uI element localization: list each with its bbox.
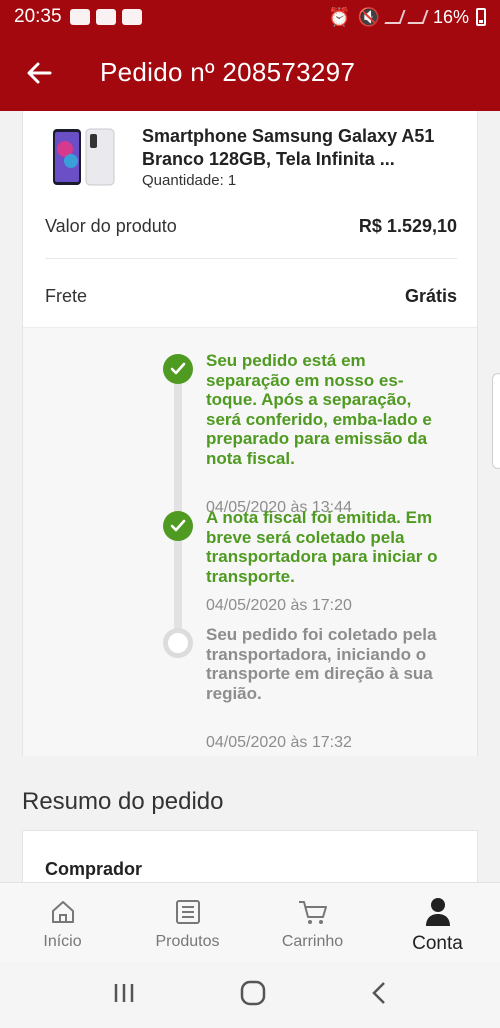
status-time: 20:35: [14, 6, 62, 27]
product-value-label: Valor do produto: [45, 215, 177, 236]
home-button[interactable]: [240, 980, 266, 1011]
nav-item-conta[interactable]: Conta: [375, 883, 500, 962]
bottom-navigation: Início Produtos Carrinho Conta: [0, 882, 500, 962]
wifi-icon: [384, 10, 406, 24]
order-card: Smartphone Samsung Galaxy A51 Branco 128…: [22, 111, 478, 756]
tracking-step-date: 04/05/2020 às 17:32: [206, 734, 352, 751]
nav-item-produtos[interactable]: Produtos: [125, 883, 250, 962]
order-tracking: Seu pedido está em separação em nosso es…: [23, 328, 477, 756]
list-icon: [174, 897, 202, 927]
check-icon: [163, 354, 193, 384]
order-summary-title: Resumo do pedido: [22, 788, 224, 815]
alarm-icon: ⏰: [328, 6, 351, 27]
shipping-value: Grátis: [404, 285, 457, 306]
chevron-left-icon: [372, 981, 385, 1004]
edge-panel-handle[interactable]: [492, 373, 500, 469]
signal-icon: [407, 10, 429, 24]
home-circle-icon: [240, 980, 266, 1005]
recent-apps-button[interactable]: [112, 982, 136, 1009]
gallery-notification-icon: [121, 9, 142, 25]
shipping-label: Frete: [45, 285, 88, 306]
tracking-step-date: 04/05/2020 às 17:20: [206, 597, 352, 614]
tracking-line: [174, 370, 182, 638]
nav-label: Carrinho: [281, 933, 344, 950]
buyer-card: Comprador: [22, 830, 478, 890]
product-item[interactable]: Smartphone Samsung Galaxy A51 Branco 128…: [23, 111, 477, 193]
pending-circle-icon: [163, 628, 193, 658]
page-title: Pedido nº 208573297: [100, 57, 356, 87]
nav-label: Início: [43, 933, 82, 950]
app-notification-icon: [95, 9, 116, 25]
nav-label: Conta: [412, 933, 463, 954]
youtube-notification-icon: [69, 9, 90, 25]
buyer-label: Comprador: [45, 859, 143, 879]
arrow-left-icon: [27, 62, 52, 83]
back-nav-button[interactable]: [370, 981, 388, 1010]
system-navigation-bar: [0, 962, 500, 1028]
divider: [45, 258, 457, 259]
home-icon: [49, 897, 77, 927]
nav-item-inicio[interactable]: Início: [0, 883, 125, 962]
nav-label: Produtos: [155, 933, 220, 950]
cart-icon: [297, 897, 329, 927]
mute-icon: 🔇: [357, 6, 380, 27]
back-button[interactable]: [0, 34, 78, 111]
status-bar: 20:35 ⏰ 🔇 16%: [0, 0, 500, 34]
check-icon: [163, 511, 193, 541]
recent-apps-icon: [114, 983, 134, 1002]
product-value-row: Valor do produto R$ 1.529,10: [45, 211, 457, 241]
product-name: Smartphone Samsung Galaxy A51 Branco 128…: [142, 126, 435, 169]
user-icon: [424, 897, 452, 927]
product-value: R$ 1.529,10: [358, 215, 457, 236]
app-bar: Pedido nº 208573297: [0, 34, 500, 111]
tracking-step-text: Seu pedido foi coletado pela transportad…: [206, 625, 437, 703]
tracking-step-text: Seu pedido está em separação em nosso es…: [206, 351, 432, 468]
nav-item-carrinho[interactable]: Carrinho: [250, 883, 375, 962]
battery-icon: [476, 8, 486, 26]
battery-percent: 16%: [432, 6, 469, 27]
tracking-step-text: A nota fiscal foi emitida. Em breve será…: [206, 508, 438, 586]
product-quantity: Quantidade: 1: [142, 172, 237, 189]
product-image: [53, 128, 115, 186]
shipping-row: Frete Grátis: [45, 281, 457, 311]
